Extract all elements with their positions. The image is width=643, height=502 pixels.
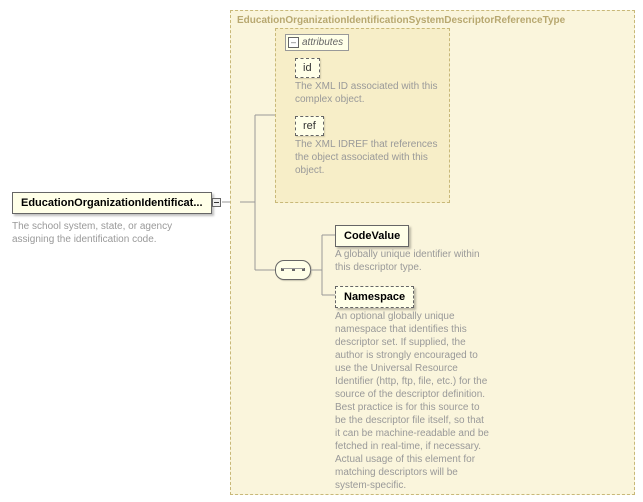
root-element-label: EducationOrganizationIdentificat... [21,197,203,209]
attribute-ref-label: ref [303,120,316,132]
namespace-label: Namespace [344,291,405,303]
codevalue-element[interactable]: CodeValue [335,225,409,247]
attributes-label: attributes [302,37,343,48]
root-element-box[interactable]: EducationOrganizationIdentificat... [12,192,212,214]
attribute-ref-desc: The XML IDREF that references the object… [295,138,440,177]
root-element-desc: The school system, state, or agency assi… [12,220,212,246]
namespace-desc: An optional globally unique namespace th… [335,310,490,492]
type-container-title: EducationOrganizationIdentificationSyste… [235,15,567,26]
attribute-ref[interactable]: ref [295,116,324,136]
attribute-id-label: id [303,62,312,74]
attributes-header[interactable]: –attributes [285,34,349,51]
attributes-toggle-icon: – [288,37,299,48]
attribute-id[interactable]: id [295,58,320,78]
root-expand-toggle[interactable] [212,198,221,207]
namespace-element[interactable]: Namespace [335,286,414,308]
codevalue-desc: A globally unique identifier within this… [335,248,480,274]
sequence-compositor[interactable] [275,260,311,280]
codevalue-label: CodeValue [344,230,400,242]
attribute-id-desc: The XML ID associated with this complex … [295,80,440,106]
